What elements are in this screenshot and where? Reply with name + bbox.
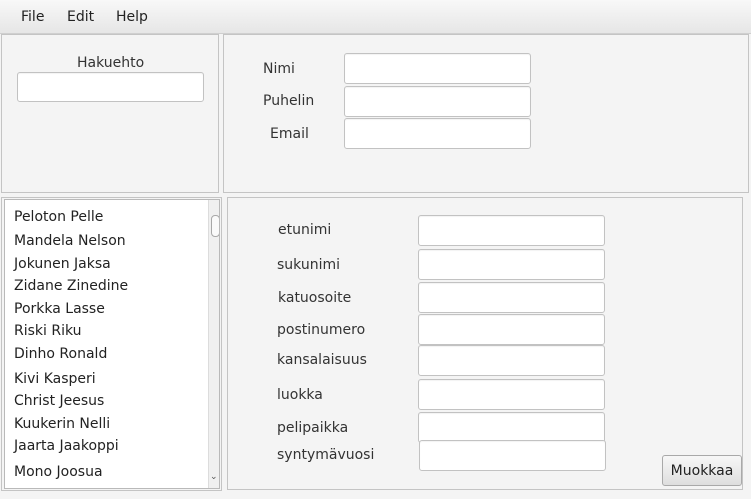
katuosoite-field[interactable] [418, 282, 605, 313]
menu-edit[interactable]: Edit [67, 9, 94, 25]
list-item[interactable]: Peloton Pelle [14, 209, 103, 225]
menu-bar: File Edit Help [0, 0, 751, 34]
chevron-down-icon[interactable]: ⌄ [210, 472, 218, 482]
email-label: Email [270, 126, 309, 142]
sukunimi-field[interactable] [418, 249, 605, 280]
syntymavuosi-field[interactable] [419, 440, 606, 471]
field-label-postinumero: postinumero [277, 322, 366, 338]
menu-file[interactable]: File [21, 9, 44, 25]
list-item[interactable]: Zidane Zinedine [14, 278, 128, 294]
name-label: Nimi [263, 61, 295, 77]
kansalaisuus-field[interactable] [418, 345, 605, 376]
list-scrollbar[interactable]: ⌄ [208, 200, 219, 488]
phone-field[interactable] [344, 86, 531, 117]
edit-button[interactable]: Muokkaa [662, 455, 742, 486]
list-item[interactable]: Jokunen Jaksa [14, 256, 111, 272]
postinumero-field[interactable] [418, 314, 605, 345]
pelipaikka-field[interactable] [418, 412, 605, 443]
field-label-pelipaikka: pelipaikka [277, 420, 349, 436]
field-label-syntymavuosi: syntymävuosi [277, 447, 375, 463]
field-label-etunimi: etunimi [278, 222, 332, 238]
list-item[interactable]: Dinho Ronald [14, 346, 107, 362]
email-field[interactable] [344, 118, 531, 149]
field-label-luokka: luokka [277, 387, 323, 403]
phone-label: Puhelin [263, 93, 315, 109]
field-label-sukunimi: sukunimi [277, 257, 341, 273]
list-item[interactable]: Mono Joosua [14, 464, 103, 480]
name-field[interactable] [344, 53, 531, 84]
list-item[interactable]: Mandela Nelson [14, 233, 126, 249]
field-label-katuosoite: katuosoite [278, 290, 352, 306]
player-list[interactable]: Peloton Pelle Mandela Nelson Jokunen Jak… [4, 199, 220, 489]
list-item[interactable]: Kivi Kasperi [14, 371, 96, 387]
list-item[interactable]: Porkka Lasse [14, 301, 105, 317]
search-label: Hakuehto [77, 55, 145, 71]
menu-help[interactable]: Help [116, 9, 148, 25]
list-item[interactable]: Riski Riku [14, 323, 82, 339]
etunimi-field[interactable] [418, 215, 605, 246]
scrollbar-thumb[interactable] [211, 215, 219, 237]
list-item[interactable]: Kuukerin Nelli [14, 416, 110, 432]
list-item[interactable]: Jaarta Jaakoppi [14, 438, 119, 454]
luokka-field[interactable] [418, 379, 605, 410]
search-input[interactable] [17, 72, 204, 102]
list-item[interactable]: Christ Jeesus [14, 393, 104, 409]
field-label-kansalaisuus: kansalaisuus [277, 352, 367, 368]
